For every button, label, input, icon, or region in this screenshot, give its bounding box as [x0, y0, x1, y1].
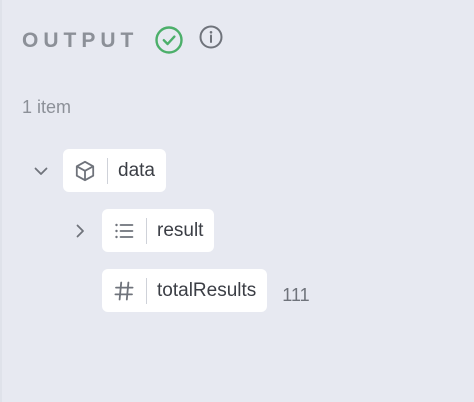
node-label-result: result — [157, 220, 204, 241]
chevron-down-icon[interactable] — [29, 159, 53, 183]
tree-node-data: data — [29, 149, 166, 192]
tree-node-totalresults: totalResults 111 — [102, 269, 310, 312]
totalresults-chip[interactable]: totalResults — [102, 269, 268, 312]
node-label-data: data — [118, 160, 155, 181]
output-header: OUTPUT — [22, 24, 224, 56]
tree-node-result: result — [68, 209, 215, 252]
item-count: 1 item — [22, 97, 72, 117]
info-icon[interactable] — [198, 24, 224, 50]
cube-icon — [63, 149, 107, 192]
list-icon — [102, 209, 146, 252]
success-check-icon — [154, 25, 184, 55]
chevron-right-icon[interactable] — [68, 219, 92, 243]
node-value-totalresults: 111 — [282, 285, 310, 305]
panel-border — [0, 0, 2, 402]
data-chip[interactable]: data — [63, 149, 166, 192]
hash-icon — [102, 269, 146, 312]
output-panel: OUTPUT 1 item data result totalResults 1… — [0, 0, 474, 402]
node-label-totalresults: totalResults — [157, 280, 257, 301]
result-chip[interactable]: result — [102, 209, 215, 252]
output-title: OUTPUT — [22, 28, 139, 52]
